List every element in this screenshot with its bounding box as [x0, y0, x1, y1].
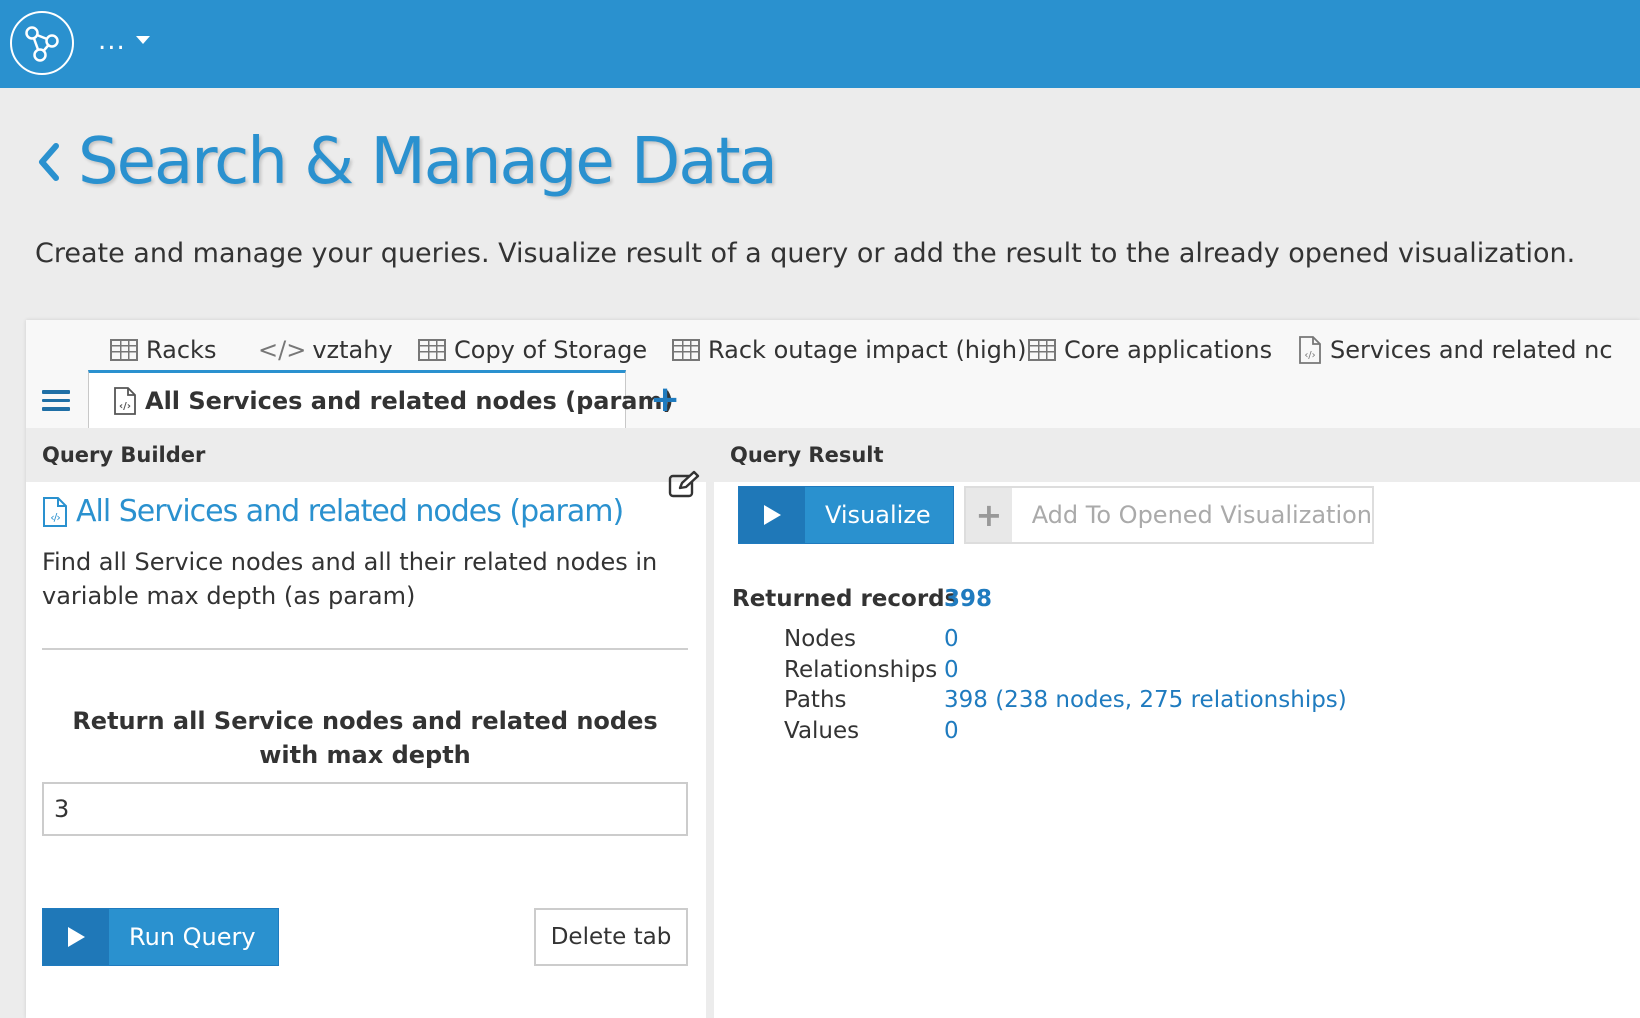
add-to-vis-label: Add To Opened Visualization [1031, 501, 1372, 529]
graph-nodes-icon[interactable] [10, 11, 74, 75]
tab-core-applications[interactable]: Core applications [1028, 332, 1272, 368]
visualize-label: Visualize [825, 501, 931, 529]
page-title: Search & Manage Data [78, 125, 778, 199]
app-menu-button[interactable]: ... [98, 26, 126, 56]
stat-relationships-value[interactable]: 0 [944, 657, 959, 683]
tab-label: Copy of Storage [454, 336, 648, 364]
query-result-header: Query Result [714, 428, 1640, 482]
max-depth-input[interactable] [42, 782, 688, 836]
separator [42, 648, 688, 650]
tab-label: Racks [146, 336, 217, 364]
returned-records-value: 398 [944, 586, 993, 612]
tab-rack-outage-impact[interactable]: Rack outage impact (high) [672, 332, 1027, 368]
run-query-label: Run Query [129, 923, 256, 951]
query-title[interactable]: ‹/› All Services and related nodes (para… [42, 494, 624, 529]
tab-label: All Services and related nodes (param) [145, 386, 674, 415]
code-file-icon: ‹/› [113, 386, 137, 416]
chevron-left-icon[interactable] [36, 142, 62, 182]
page-subtitle: Create and manage your queries. Visualiz… [35, 238, 1576, 269]
stat-nodes-value[interactable]: 0 [944, 626, 959, 652]
svg-text:‹/›: ‹/› [119, 401, 131, 412]
tab-vztahy[interactable]: </> vztahy [258, 332, 393, 368]
column-divider [706, 428, 714, 1018]
top-bar: ... [0, 0, 1640, 88]
tab-services-and-related[interactable]: ‹/› Services and related nc [1298, 332, 1640, 368]
stat-values-value[interactable]: 0 [944, 718, 959, 744]
stat-nodes-label: Nodes [784, 626, 857, 652]
svg-text:‹/›: ‹/› [1304, 350, 1315, 361]
edit-icon[interactable] [668, 470, 700, 500]
add-to-opened-visualization-button[interactable]: + Add To Opened Visualization [964, 486, 1374, 544]
visualize-button[interactable]: Visualize [738, 486, 954, 544]
plus-icon: + [966, 488, 1012, 542]
code-file-icon: ‹/› [42, 496, 68, 528]
stat-paths-label: Paths [784, 687, 847, 713]
tab-all-services-active[interactable]: ‹/› All Services and related nodes (para… [88, 370, 673, 428]
stat-relationships-label: Relationships [784, 657, 938, 683]
table-icon [418, 339, 446, 361]
code-icon: </> [258, 336, 307, 364]
tab-label: vztahy [312, 336, 393, 364]
table-icon [672, 339, 700, 361]
param-label: Return all Service nodes and related nod… [72, 707, 658, 769]
play-icon [739, 487, 805, 543]
query-panel: Racks </> vztahy Copy of Storage Rack ou… [26, 320, 1640, 1018]
query-description: Find all Service nodes and all their rel… [42, 548, 658, 610]
stat-paths-value[interactable]: 398 (238 nodes, 275 relationships) [944, 687, 1347, 713]
play-icon [43, 909, 109, 965]
hamburger-menu-icon[interactable] [42, 390, 70, 412]
tab-strip: Racks </> vztahy Copy of Storage Rack ou… [26, 320, 1640, 428]
table-icon [1028, 339, 1056, 361]
add-tab-button[interactable]: + [650, 382, 680, 418]
run-query-button[interactable]: Run Query [42, 908, 279, 966]
table-icon [110, 339, 138, 361]
query-title-text: All Services and related nodes (param) [76, 494, 624, 529]
stat-values-label: Values [784, 718, 860, 744]
chevron-down-icon[interactable] [136, 36, 150, 44]
tab-label: Rack outage impact (high) [708, 336, 1027, 364]
tab-copy-of-storage[interactable]: Copy of Storage [418, 332, 647, 368]
returned-records-label: Returned records [732, 586, 959, 612]
svg-text:‹/›: ‹/› [50, 511, 60, 524]
tab-label: Services and related nc [1330, 336, 1613, 364]
tab-label: Core applications [1064, 336, 1273, 364]
code-file-icon: ‹/› [1298, 335, 1322, 365]
tab-racks[interactable]: Racks [110, 332, 216, 368]
delete-tab-button[interactable]: Delete tab [534, 908, 688, 966]
query-builder-header: Query Builder [26, 428, 706, 482]
